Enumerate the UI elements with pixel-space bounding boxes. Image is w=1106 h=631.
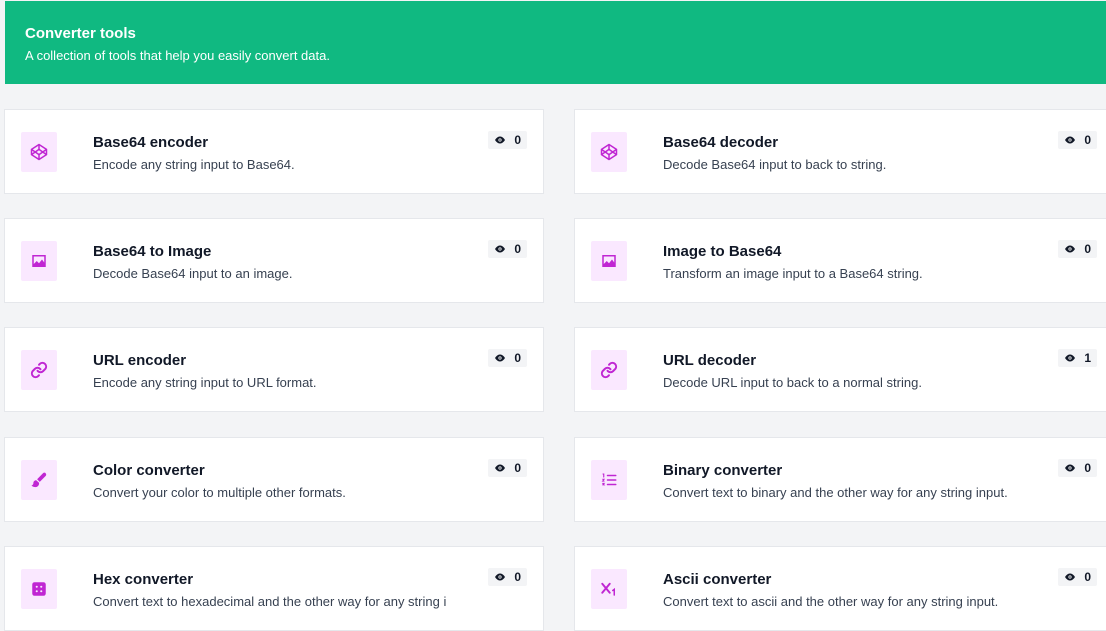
view-count: 0 [1084, 570, 1091, 584]
hex-grid-icon [21, 569, 57, 609]
link-icon [21, 350, 57, 390]
eye-icon [1065, 464, 1076, 472]
subscript-icon [591, 569, 627, 609]
eye-icon [495, 464, 506, 472]
tool-title: Base64 to Image [93, 243, 212, 260]
tool-title: Ascii converter [663, 571, 772, 588]
view-count-badge: 0 [1058, 568, 1097, 586]
tool-card-binary-converter[interactable]: Binary converter Convert text to binary … [574, 437, 1106, 522]
tool-title: Color converter [93, 462, 205, 479]
view-count-badge: 0 [488, 240, 527, 258]
tool-card-color-converter[interactable]: Color converter Convert your color to mu… [4, 437, 544, 522]
view-count: 0 [514, 570, 521, 584]
tool-card-url-encoder[interactable]: URL encoder Encode any string input to U… [4, 327, 544, 412]
link-icon [591, 350, 627, 390]
view-count-badge: 0 [1058, 240, 1097, 258]
codepen-icon [591, 132, 627, 172]
eye-icon [1065, 354, 1076, 362]
view-count: 0 [1084, 242, 1091, 256]
tool-card-url-decoder[interactable]: URL decoder Decode URL input to back to … [574, 327, 1106, 412]
eye-icon [495, 354, 506, 362]
tool-title: Base64 encoder [93, 134, 209, 151]
eye-icon [1065, 136, 1076, 144]
page-title: Converter tools [25, 25, 136, 42]
tool-description: Convert text to ascii and the other way … [663, 594, 999, 609]
view-count-badge: 0 [488, 131, 527, 149]
page-subtitle: A collection of tools that help you easi… [25, 48, 330, 63]
tool-description: Transform an image input to a Base64 str… [663, 266, 923, 281]
tool-title: Base64 decoder [663, 134, 779, 151]
tool-description: Decode URL input to back to a normal str… [663, 375, 922, 390]
view-count-badge: 1 [1058, 349, 1097, 367]
tool-description: Convert text to hexadecimal and the othe… [93, 594, 447, 609]
view-count-badge: 0 [1058, 459, 1097, 477]
tool-title: Hex converter [93, 571, 194, 588]
eye-icon [1065, 245, 1076, 253]
view-count: 0 [1084, 133, 1091, 147]
tool-description: Convert your color to multiple other for… [93, 485, 346, 500]
view-count: 1 [1084, 351, 1091, 365]
list-ordered-icon [591, 460, 627, 500]
view-count: 0 [514, 461, 521, 475]
tool-title: Binary converter [663, 462, 783, 479]
tool-card-image-to-base64[interactable]: Image to Base64 Transform an image input… [574, 218, 1106, 303]
image-icon [21, 241, 57, 281]
view-count-badge: 0 [488, 459, 527, 477]
tool-title: URL decoder [663, 352, 757, 369]
tool-card-base64-to-image[interactable]: Base64 to Image Decode Base64 input to a… [4, 218, 544, 303]
tool-description: Convert text to binary and the other way… [663, 485, 1008, 500]
tool-description: Decode Base64 input to an image. [93, 266, 293, 281]
eye-icon [495, 573, 506, 581]
eye-icon [495, 136, 506, 144]
view-count: 0 [1084, 461, 1091, 475]
tool-title: URL encoder [93, 352, 187, 369]
tool-card-base64-decoder[interactable]: Base64 decoder Decode Base64 input to ba… [574, 109, 1106, 194]
codepen-icon [21, 132, 57, 172]
paintbrush-icon [21, 460, 57, 500]
view-count: 0 [514, 351, 521, 365]
tool-card-hex-converter[interactable]: Hex converter Convert text to hexadecima… [4, 546, 544, 631]
tool-description: Decode Base64 input to back to string. [663, 157, 887, 172]
tool-card-base64-encoder[interactable]: Base64 encoder Encode any string input t… [4, 109, 544, 194]
tool-description: Encode any string input to URL format. [93, 375, 317, 390]
image-icon [591, 241, 627, 281]
view-count: 0 [514, 133, 521, 147]
view-count: 0 [514, 242, 521, 256]
tool-description: Encode any string input to Base64. [93, 157, 295, 172]
eye-icon [1065, 573, 1076, 581]
view-count-badge: 0 [488, 568, 527, 586]
view-count-badge: 0 [1058, 131, 1097, 149]
view-count-badge: 0 [488, 349, 527, 367]
eye-icon [495, 245, 506, 253]
tool-title: Image to Base64 [663, 243, 782, 260]
tool-card-ascii-converter[interactable]: Ascii converter Convert text to ascii an… [574, 546, 1106, 631]
page-header: Converter tools A collection of tools th… [5, 1, 1106, 84]
